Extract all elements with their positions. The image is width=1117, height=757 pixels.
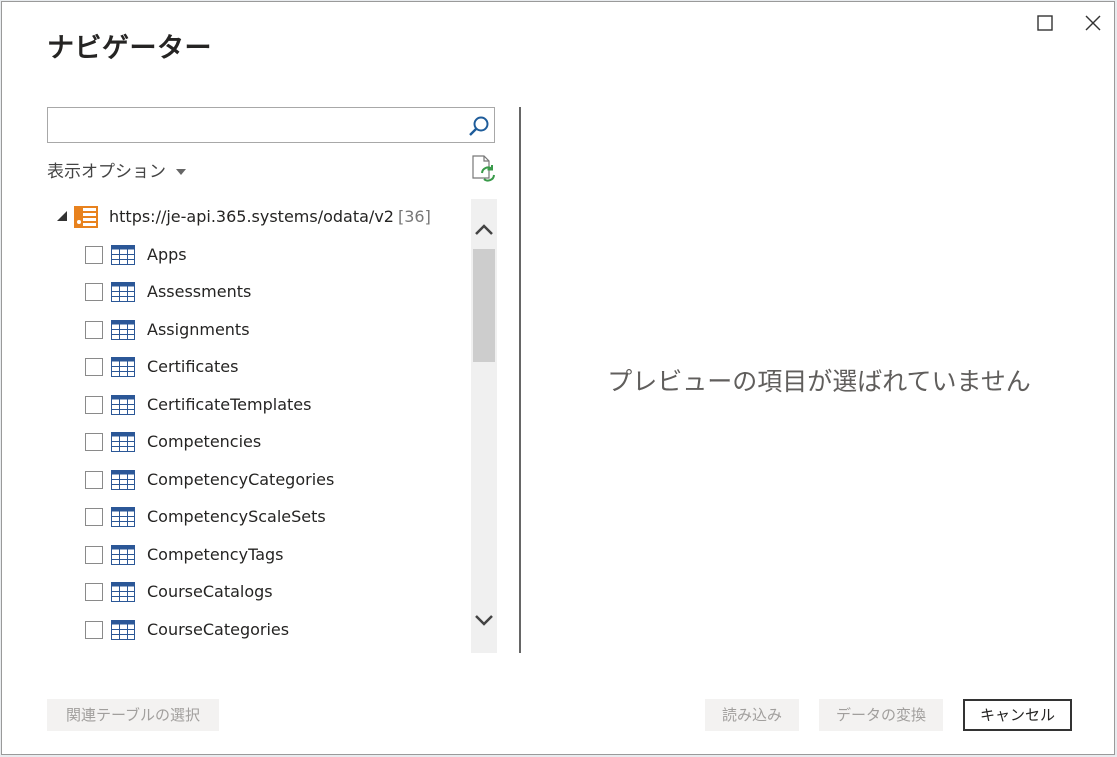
table-icon	[111, 245, 135, 265]
scrollbar-thumb[interactable]	[473, 249, 495, 362]
tree-root-label: https://je-api.365.systems/odata/v2	[109, 207, 394, 226]
item-label: Assignments	[147, 320, 250, 339]
dialog-title: ナビゲーター	[47, 33, 212, 64]
table-icon	[111, 582, 135, 602]
expand-triangle-icon[interactable]	[57, 211, 67, 221]
list-item-competencies[interactable]: Competencies	[47, 424, 467, 461]
preview-empty-message: プレビューの項目が選ばれていません	[607, 367, 1031, 396]
list-item-certificatetemplates[interactable]: CertificateTemplates	[47, 387, 467, 424]
display-options-dropdown[interactable]: 表示オプション	[47, 157, 186, 182]
list-item-competencyscalesets[interactable]: CompetencyScaleSets	[47, 499, 467, 536]
table-icon	[111, 432, 135, 452]
search-input[interactable]	[52, 110, 466, 142]
list-item-coursecatalogs[interactable]: CourseCatalogs	[47, 574, 467, 611]
chevron-up-icon[interactable]	[471, 219, 497, 241]
item-checkbox[interactable]	[85, 283, 103, 301]
load-button[interactable]: 読み込み	[705, 699, 799, 731]
item-checkbox[interactable]	[85, 358, 103, 376]
item-label: Competencies	[147, 432, 262, 451]
item-label: CertificateTemplates	[147, 395, 312, 414]
item-checkbox[interactable]	[85, 546, 103, 564]
list-item-competencycategories[interactable]: CompetencyCategories	[47, 462, 467, 499]
close-button[interactable]	[1076, 10, 1110, 36]
item-checkbox[interactable]	[85, 471, 103, 489]
table-icon	[111, 320, 135, 340]
item-checkbox[interactable]	[85, 246, 103, 264]
odata-feed-icon	[74, 206, 98, 228]
table-icon	[111, 282, 135, 302]
search-icon[interactable]	[468, 115, 490, 137]
close-icon	[1085, 15, 1101, 31]
item-checkbox[interactable]	[85, 396, 103, 414]
maximize-button[interactable]	[1028, 10, 1062, 36]
navigator-tree: https://je-api.365.systems/odata/v2 [36] …	[47, 197, 467, 652]
tree-scrollbar[interactable]	[471, 199, 497, 653]
table-icon	[111, 620, 135, 640]
table-icon	[111, 507, 135, 527]
item-label: CompetencyScaleSets	[147, 507, 326, 526]
item-label: Certificates	[147, 357, 239, 376]
chevron-down-icon	[176, 169, 186, 175]
cancel-button[interactable]: キャンセル	[963, 699, 1072, 731]
item-checkbox[interactable]	[85, 621, 103, 639]
item-label: Apps	[147, 245, 187, 264]
list-item-certificates[interactable]: Certificates	[47, 349, 467, 386]
item-checkbox[interactable]	[85, 583, 103, 601]
chevron-down-icon[interactable]	[471, 609, 497, 631]
item-checkbox[interactable]	[85, 321, 103, 339]
search-box[interactable]	[47, 107, 495, 143]
tree-root-count: [36]	[397, 207, 431, 226]
table-icon	[111, 470, 135, 490]
table-icon	[111, 357, 135, 377]
select-related-tables-button[interactable]: 関連テーブルの選択	[47, 699, 219, 731]
list-item-apps[interactable]: Apps	[47, 237, 467, 274]
item-label: CompetencyCategories	[147, 470, 335, 489]
item-label: CourseCategories	[147, 620, 290, 639]
item-checkbox[interactable]	[85, 433, 103, 451]
list-item-competencytags[interactable]: CompetencyTags	[47, 537, 467, 574]
item-label: CourseCatalogs	[147, 582, 273, 601]
tree-root-node[interactable]: https://je-api.365.systems/odata/v2 [36]	[47, 197, 467, 237]
maximize-icon	[1037, 15, 1053, 31]
pane-divider[interactable]	[519, 107, 521, 653]
transform-data-button[interactable]: データの変換	[819, 699, 943, 731]
item-label: Assessments	[147, 282, 252, 301]
navigator-dialog: ナビゲーター 表示オプション https://je-api.365.system…	[1, 1, 1115, 755]
list-item-assessments[interactable]: Assessments	[47, 274, 467, 311]
refresh-document-icon[interactable]	[470, 154, 496, 182]
item-checkbox[interactable]	[85, 508, 103, 526]
list-item-assignments[interactable]: Assignments	[47, 312, 467, 349]
list-item-coursecategories[interactable]: CourseCategories	[47, 612, 467, 649]
table-icon	[111, 395, 135, 415]
display-options-label: 表示オプション	[47, 162, 166, 182]
table-icon	[111, 545, 135, 565]
item-label: CompetencyTags	[147, 545, 284, 564]
